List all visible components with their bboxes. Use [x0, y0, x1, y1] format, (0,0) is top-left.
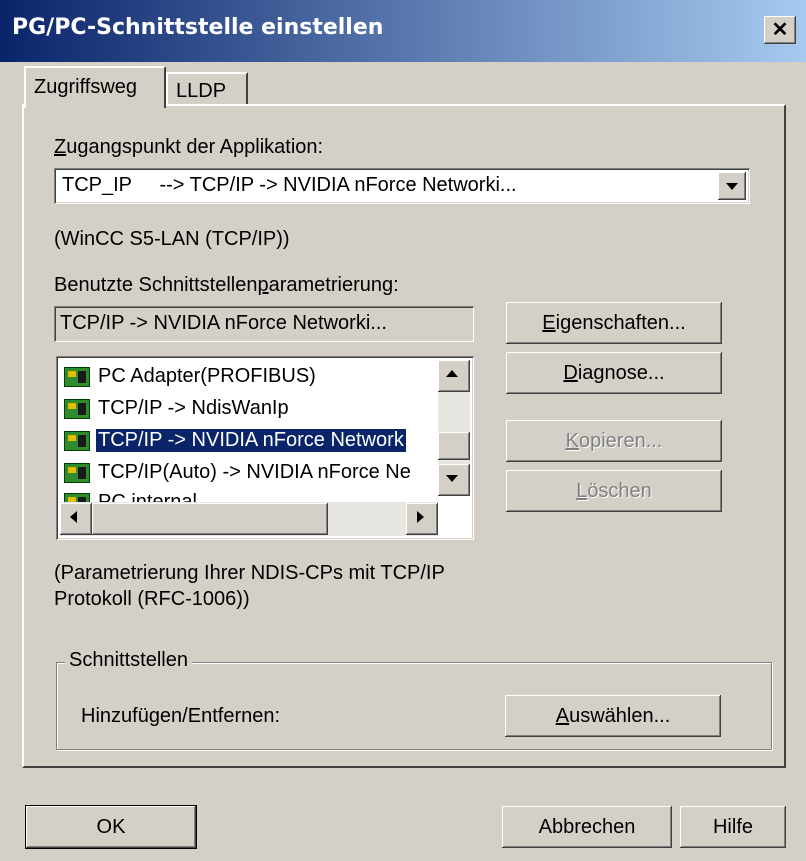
- list-item[interactable]: PC internal: [64, 488, 434, 502]
- close-icon: ✕: [771, 19, 789, 41]
- list-item[interactable]: TCP/IP(Auto) -> NVIDIA nForce Ne: [64, 458, 434, 488]
- interface-description-line1: (Parametrierung Ihrer NDIS-CPs mit TCP/I…: [54, 562, 445, 584]
- ok-button-label: OK: [96, 816, 126, 838]
- delete-button-label: öschen: [587, 480, 652, 502]
- interfaces-groupbox: Schnittstellen Hinzufügen/Entfernen: Aus…: [56, 649, 772, 750]
- arrow-down-icon: [446, 475, 458, 482]
- access-point-label-text: ugangspunkt der Applikation:: [66, 136, 324, 158]
- cancel-button-label: Abbrechen: [538, 816, 636, 838]
- interface-param-label: Benutzte Schnittstellenparametrierung:: [54, 274, 399, 297]
- ok-button[interactable]: OK: [26, 806, 196, 848]
- properties-button-label: igenschaften...: [555, 312, 686, 334]
- window-title: PG/PC-Schnittstelle einstellen: [12, 15, 384, 40]
- select-button-label: uswählen...: [569, 705, 671, 727]
- list-item-label: PC Adapter(PROFIBUS): [98, 365, 316, 387]
- title-bar[interactable]: PG/PC-Schnittstelle einstellen ✕: [0, 0, 806, 62]
- select-button-mnemonic: A: [555, 705, 570, 727]
- diagnose-button[interactable]: Diagnose...: [506, 352, 722, 394]
- tab-zugriffsweg-label: Zugriffsweg: [34, 76, 138, 98]
- list-item[interactable]: PC Adapter(PROFIBUS): [64, 362, 434, 392]
- scroll-up-button[interactable]: [438, 360, 470, 392]
- copy-button[interactable]: Kopieren...: [506, 420, 722, 462]
- access-point-dropdown[interactable]: TCP_IP --> TCP/IP -> NVIDIA nForce Netwo…: [54, 168, 750, 204]
- network-card-icon: [64, 399, 90, 419]
- access-point-value: TCP_IP --> TCP/IP -> NVIDIA nForce Netwo…: [62, 174, 517, 196]
- dropdown-button[interactable]: [718, 172, 746, 200]
- copy-button-mnemonic: K: [565, 430, 579, 452]
- add-remove-label: Hinzufügen/Entfernen:: [81, 705, 281, 727]
- properties-button-mnemonic: E: [542, 312, 556, 334]
- tab-zugriffsweg[interactable]: Zugriffsweg: [24, 66, 166, 108]
- interface-listbox[interactable]: PC Adapter(PROFIBUS) TCP/IP -> NdisWanIp…: [56, 356, 474, 540]
- network-card-icon: [64, 493, 90, 502]
- network-card-icon: [64, 367, 90, 387]
- access-point-description: (WinCC S5-LAN (TCP/IP)): [54, 228, 290, 250]
- horizontal-scroll-thumb[interactable]: [92, 503, 328, 535]
- scroll-right-button[interactable]: [406, 503, 438, 535]
- properties-button[interactable]: Eigenschaften...: [506, 302, 722, 344]
- list-item-label: PC internal: [98, 491, 197, 502]
- interface-param-label-a: Benutzte Schnittstellen: [54, 274, 258, 296]
- diagnose-button-mnemonic: D: [563, 362, 578, 384]
- interface-param-label-b: arametrierung:: [268, 274, 399, 296]
- cancel-button[interactable]: Abbrechen: [502, 806, 672, 848]
- horizontal-scrollbar[interactable]: [60, 502, 438, 536]
- interface-param-label-mnemonic: p: [257, 274, 269, 296]
- interface-current-field[interactable]: TCP/IP -> NVIDIA nForce Networki...: [54, 306, 474, 342]
- access-point-label: Zugangspunkt der Applikation:: [54, 136, 323, 159]
- diagnose-button-label: iagnose...: [577, 362, 665, 384]
- help-button[interactable]: Hilfe: [680, 806, 786, 848]
- arrow-right-icon: [417, 511, 424, 523]
- vertical-scroll-thumb[interactable]: [438, 432, 470, 460]
- list-item[interactable]: TCP/IP -> NdisWanIp: [64, 394, 434, 424]
- tab-lldp-label: LLDP: [176, 80, 227, 102]
- scroll-left-button[interactable]: [60, 503, 92, 535]
- delete-button[interactable]: Löschen: [506, 470, 722, 512]
- chevron-down-icon: [726, 183, 738, 190]
- list-item-label: TCP/IP(Auto) -> NVIDIA nForce Ne: [98, 461, 411, 483]
- copy-button-label: opieren...: [578, 430, 663, 452]
- list-item-label: TCP/IP -> NVIDIA nForce Network: [95, 428, 407, 453]
- groupbox-legend: Schnittstellen: [65, 649, 192, 672]
- access-point-label-mnemonic: Z: [54, 136, 67, 158]
- close-button[interactable]: ✕: [764, 16, 796, 44]
- interface-description-line2: Protokoll (RFC-1006)): [54, 588, 250, 610]
- tab-lldp[interactable]: LLDP: [166, 72, 248, 106]
- help-button-label: Hilfe: [712, 816, 753, 838]
- network-card-icon: [64, 431, 90, 451]
- list-item-label: TCP/IP -> NdisWanIp: [98, 397, 289, 419]
- scroll-down-button[interactable]: [438, 464, 470, 496]
- arrow-left-icon: [70, 511, 77, 523]
- select-button[interactable]: Auswählen...: [505, 695, 721, 737]
- network-card-icon: [64, 463, 90, 483]
- delete-button-mnemonic: L: [576, 480, 588, 502]
- vertical-scrollbar[interactable]: [438, 360, 470, 496]
- interface-current-value: TCP/IP -> NVIDIA nForce Networki...: [60, 312, 387, 334]
- arrow-up-icon: [446, 370, 458, 377]
- dialog-window: PG/PC-Schnittstelle einstellen ✕ Zugriff…: [0, 0, 806, 861]
- list-item-selected[interactable]: TCP/IP -> NVIDIA nForce Network: [64, 426, 434, 456]
